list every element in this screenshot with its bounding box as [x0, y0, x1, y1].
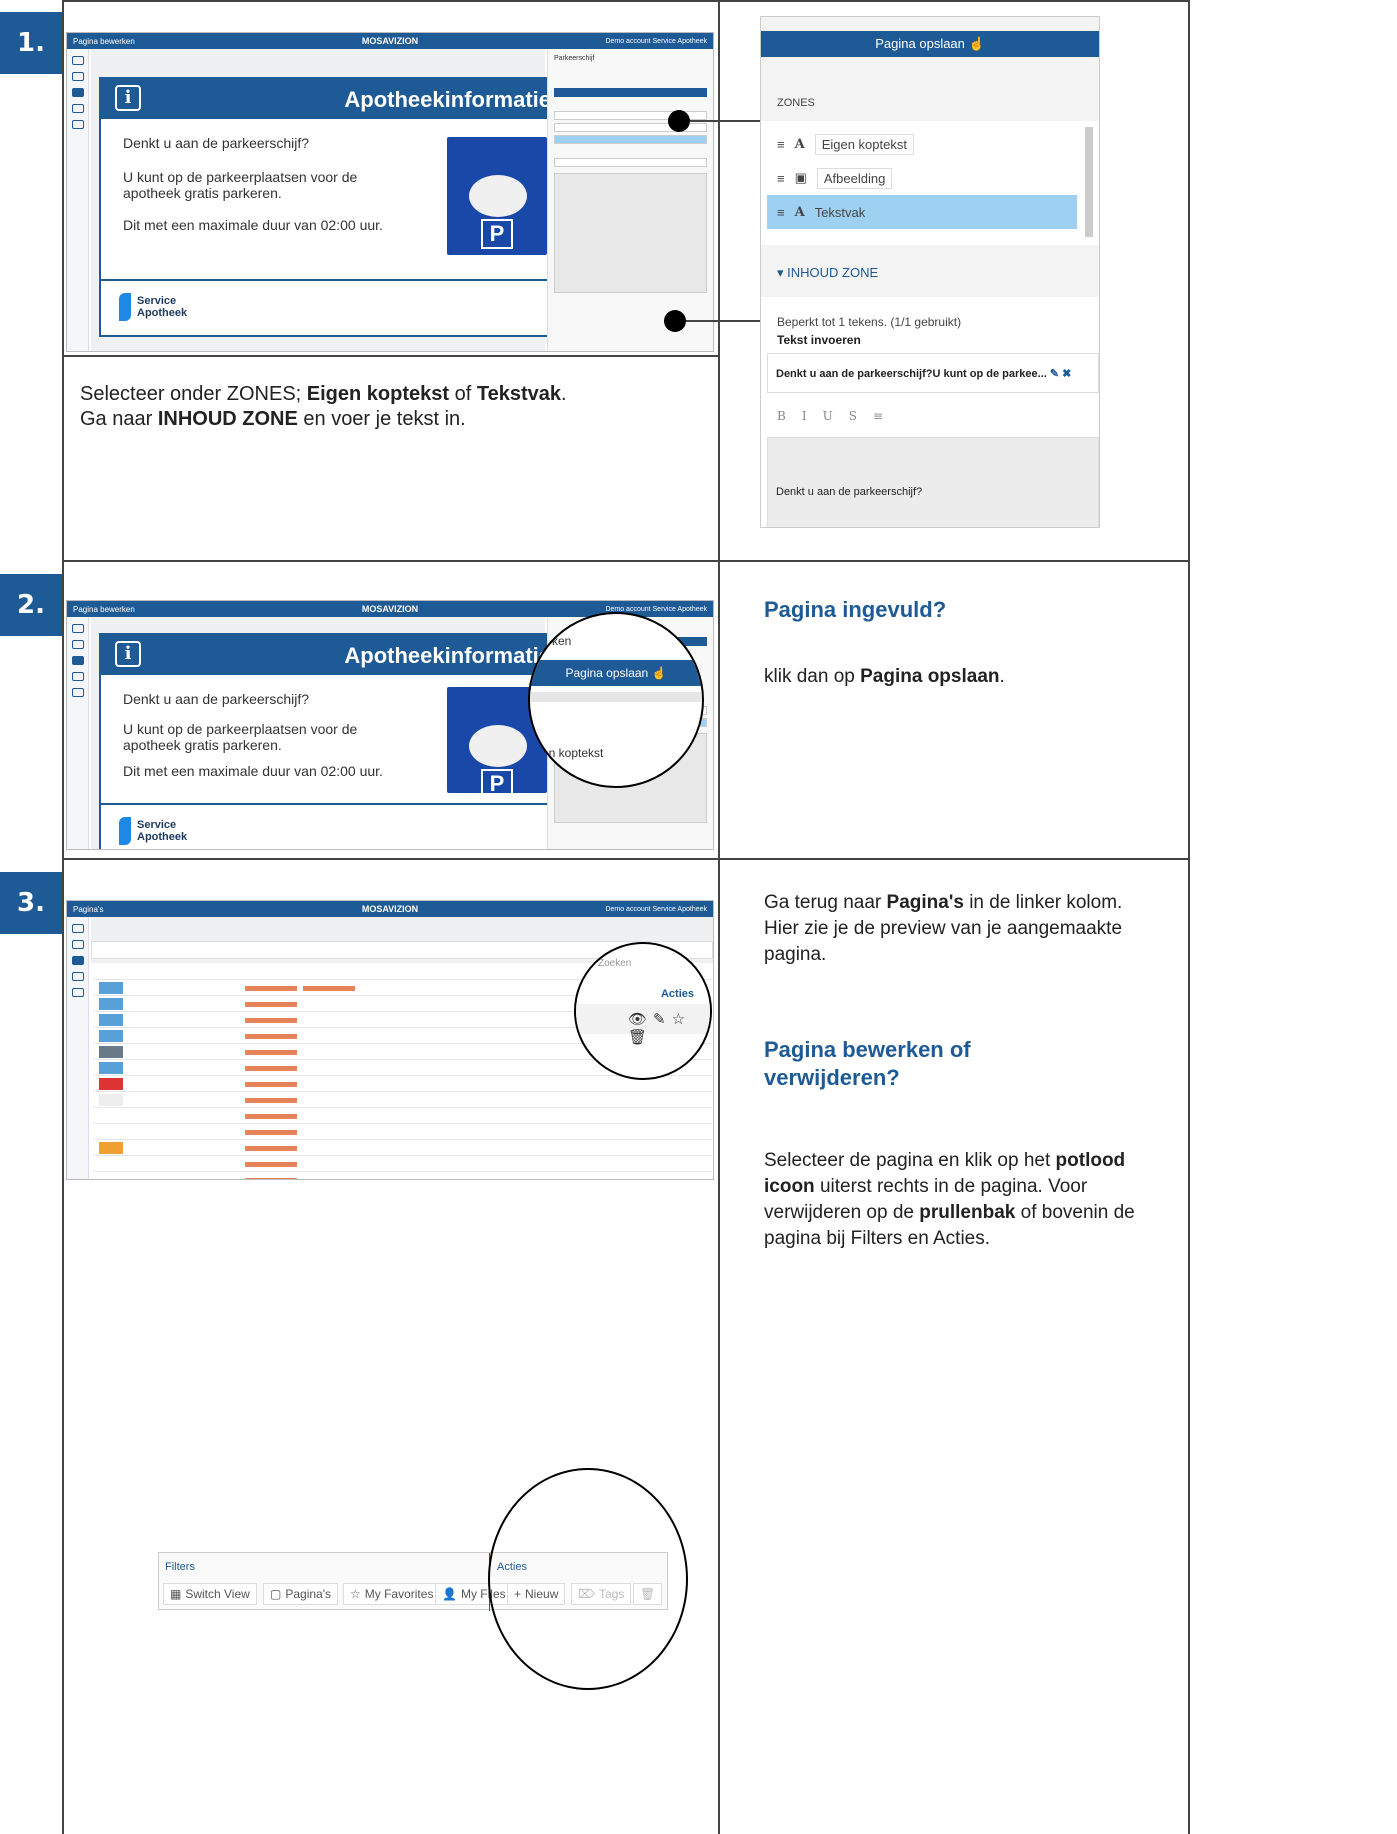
zoom-circle: rken Pagina opslaan ☝ en koptekst: [528, 612, 704, 788]
star-icon[interactable]: ☆: [672, 1011, 691, 1028]
step3-intro: Ga terug naar Pagina's in de linker kolo…: [764, 892, 1123, 965]
slide-line: U kunt op de parkeerplaatsen voor de apo…: [123, 169, 358, 201]
zoom-panel: Pagina opslaan ☝ ZONES ≡ A Eigen koptekst …: [760, 16, 1100, 528]
grid-icon: ▦: [170, 1587, 182, 1601]
callout-dot: [664, 310, 686, 332]
text-input[interactable]: Denkt u aan de parkeerschijf?U kunt op d…: [767, 353, 1099, 393]
step3-heading: Pagina bewerken of verwijderen?: [764, 1037, 971, 1090]
save-button[interactable]: [554, 88, 707, 97]
step2-heading: Pagina ingevuld?: [764, 597, 947, 622]
scrollbar[interactable]: [1085, 127, 1093, 237]
parking-disc-image: P: [447, 137, 547, 255]
step2-text: klik dan op Pagina opslaan.: [764, 666, 1005, 687]
text-icon: A: [794, 136, 805, 152]
slide-preview: i Apotheekinformatie Denkt u aan de parke…: [99, 77, 567, 337]
zone-tekstvak[interactable]: ≡ A Tekstvak: [767, 195, 1077, 229]
image-icon: ▣: [794, 170, 807, 185]
save-button[interactable]: Pagina opslaan ☝: [530, 660, 702, 686]
drag-icon: ≡: [777, 204, 785, 220]
hand-cursor-icon: ☝: [968, 36, 985, 51]
my-favorites-button[interactable]: ☆ My Favorites: [343, 1583, 441, 1605]
tekst-label: Tekst invoeren: [777, 333, 861, 347]
inhoud-zone-toggle[interactable]: ▾ INHOUD ZONE: [777, 265, 878, 281]
format-toolbar[interactable]: BIUS≡: [777, 409, 899, 423]
user-icon: 👤: [442, 1587, 457, 1601]
window-title: Pagina bewerken: [73, 36, 135, 46]
trash-icon[interactable]: 🗑: [628, 1029, 653, 1046]
close-icon[interactable]: ✖: [1062, 368, 1071, 380]
drag-icon: ≡: [777, 136, 785, 152]
step-number: 1.: [0, 12, 62, 74]
service-apotheek-logo: Service Apotheek: [119, 293, 187, 321]
file-icon: ▢: [270, 1587, 282, 1601]
step1-caption: Selecteer onder ZONES; Eigen koptekst of…: [80, 383, 567, 430]
text-editor[interactable]: Denkt u aan de parkeerschijf?: [767, 437, 1099, 527]
zoom-circle: [488, 1468, 688, 1690]
editor-screenshot: Pagina bewerken MOSAVIZION Demo account Se…: [66, 32, 714, 352]
step3-text: Selecteer de pagina en klik op het potlo…: [764, 1150, 1135, 1249]
step-number: 3.: [0, 872, 62, 934]
text-input[interactable]: [554, 158, 707, 167]
info-icon: i: [115, 641, 141, 667]
star-icon: ☆: [350, 1587, 361, 1601]
callout-dot: [668, 110, 690, 132]
text-icon: A: [794, 204, 805, 220]
switch-view-button[interactable]: ▦ Switch View: [163, 1583, 257, 1605]
slide-title: Apotheekinformatie: [344, 87, 551, 112]
filters-label: Filters: [165, 1561, 195, 1573]
left-nav: [67, 49, 89, 351]
canvas: i Apotheekinformatie Denkt u aan de parke…: [91, 49, 567, 351]
zone-item[interactable]: [554, 135, 707, 144]
paginas-button[interactable]: ▢ Pagina's: [263, 1583, 338, 1605]
pencil-icon[interactable]: ✎: [1050, 368, 1059, 380]
slide-line: Denkt u aan de parkeerschijf?: [123, 135, 309, 151]
eye-icon[interactable]: 👁: [628, 1011, 653, 1028]
side-panel: Parkeerschijf: [547, 49, 713, 351]
info-icon: i: [115, 85, 141, 111]
zones-label: ZONES: [777, 97, 815, 109]
drag-icon: ≡: [777, 170, 785, 186]
pencil-icon[interactable]: ✎: [653, 1011, 672, 1028]
brand-logo: MOSAVIZION: [361, 36, 419, 46]
save-button[interactable]: Pagina opslaan: [875, 36, 965, 51]
panel-title: Parkeerschijf: [554, 55, 595, 62]
zone-eigen-koptekst[interactable]: ≡ A Eigen koptekst: [767, 127, 1077, 161]
account-name: Demo account Service Apotheek: [605, 37, 707, 45]
char-limit: Beperkt tot 1 tekens. (1/1 gebruikt): [777, 315, 962, 329]
step-number: 2.: [0, 574, 62, 636]
zone-afbeelding[interactable]: ≡ ▣ Afbeelding: [767, 161, 1077, 195]
slide-line: Dit met een maximale duur van 02:00 uur.: [123, 217, 383, 233]
zoom-circle: Zoeken Acties 👁✎☆🗑: [574, 942, 712, 1080]
text-area[interactable]: [554, 173, 707, 293]
